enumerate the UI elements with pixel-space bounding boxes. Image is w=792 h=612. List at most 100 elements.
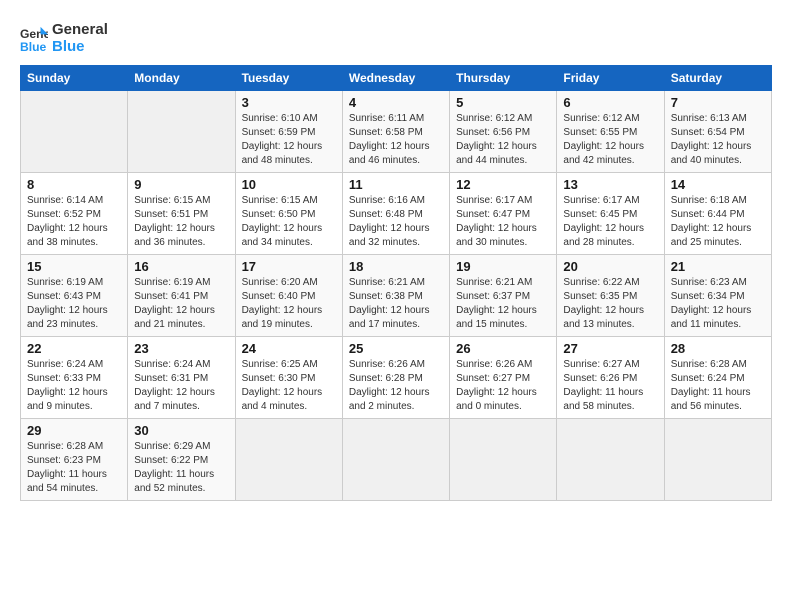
calendar-table: SundayMondayTuesdayWednesdayThursdayFrid… bbox=[20, 65, 772, 501]
logo-general: General bbox=[52, 22, 108, 39]
day-number: 14 bbox=[671, 177, 765, 192]
header: General Blue General Blue bbox=[20, 18, 772, 55]
day-number: 26 bbox=[456, 341, 550, 356]
day-number: 4 bbox=[349, 95, 443, 110]
calendar-cell: 14 Sunrise: 6:18 AM Sunset: 6:44 PM Dayli… bbox=[664, 173, 771, 255]
calendar-cell: 13Sunrise: 6:17 AM Sunset: 6:45 PM Dayli… bbox=[557, 173, 664, 255]
day-number: 7 bbox=[671, 95, 765, 110]
calendar-cell bbox=[128, 91, 235, 173]
calendar-cell: 23 Sunrise: 6:24 AM Sunset: 6:31 PM Dayli… bbox=[128, 337, 235, 419]
day-info: Sunrise: 6:10 AM Sunset: 6:59 PM Dayligh… bbox=[242, 112, 336, 168]
logo-icon: General Blue bbox=[20, 25, 48, 53]
day-info: Sunrise: 6:18 AM Sunset: 6:44 PM Dayligh… bbox=[671, 194, 765, 250]
day-number: 5 bbox=[456, 95, 550, 110]
calendar-cell bbox=[21, 91, 128, 173]
day-info: Sunrise: 6:13 AM Sunset: 6:54 PM Dayligh… bbox=[671, 112, 765, 168]
day-info: Sunrise: 6:23 AM Sunset: 6:34 PM Dayligh… bbox=[671, 276, 765, 332]
calendar-cell: 20 Sunrise: 6:22 AM Sunset: 6:35 PM Dayli… bbox=[557, 255, 664, 337]
day-number: 17 bbox=[242, 259, 336, 274]
logo-blue: Blue bbox=[52, 39, 108, 56]
day-number: 23 bbox=[134, 341, 228, 356]
day-info: Sunrise: 6:25 AM Sunset: 6:30 PM Dayligh… bbox=[242, 358, 336, 414]
day-info: Sunrise: 6:26 AM Sunset: 6:27 PM Dayligh… bbox=[456, 358, 550, 414]
calendar-cell: 12Sunrise: 6:17 AM Sunset: 6:47 PM Dayli… bbox=[450, 173, 557, 255]
day-info: Sunrise: 6:20 AM Sunset: 6:40 PM Dayligh… bbox=[242, 276, 336, 332]
day-number: 9 bbox=[134, 177, 228, 192]
day-info: Sunrise: 6:21 AM Sunset: 6:38 PM Dayligh… bbox=[349, 276, 443, 332]
day-number: 6 bbox=[563, 95, 657, 110]
week-row-4: 29 Sunrise: 6:28 AM Sunset: 6:23 PM Dayli… bbox=[21, 419, 772, 501]
calendar-cell: 17 Sunrise: 6:20 AM Sunset: 6:40 PM Dayli… bbox=[235, 255, 342, 337]
page-container: General Blue General Blue SundayMondayTu… bbox=[0, 0, 792, 511]
day-info: Sunrise: 6:26 AM Sunset: 6:28 PM Dayligh… bbox=[349, 358, 443, 414]
day-info: Sunrise: 6:17 AM Sunset: 6:45 PM Dayligh… bbox=[563, 194, 657, 250]
calendar-cell bbox=[235, 419, 342, 501]
day-number: 21 bbox=[671, 259, 765, 274]
calendar-cell: 28 Sunrise: 6:28 AM Sunset: 6:24 PM Dayli… bbox=[664, 337, 771, 419]
calendar-cell bbox=[450, 419, 557, 501]
day-number: 15 bbox=[27, 259, 121, 274]
day-info: Sunrise: 6:28 AM Sunset: 6:23 PM Dayligh… bbox=[27, 440, 121, 496]
calendar-cell: 5Sunrise: 6:12 AM Sunset: 6:56 PM Daylig… bbox=[450, 91, 557, 173]
day-number: 27 bbox=[563, 341, 657, 356]
week-row-2: 15 Sunrise: 6:19 AM Sunset: 6:43 PM Dayli… bbox=[21, 255, 772, 337]
calendar-cell: 4Sunrise: 6:11 AM Sunset: 6:58 PM Daylig… bbox=[342, 91, 449, 173]
day-number: 12 bbox=[456, 177, 550, 192]
day-info: Sunrise: 6:27 AM Sunset: 6:26 PM Dayligh… bbox=[563, 358, 657, 414]
calendar-cell: 3 Sunrise: 6:10 AM Sunset: 6:59 PM Daylig… bbox=[235, 91, 342, 173]
svg-text:Blue: Blue bbox=[20, 40, 47, 53]
day-number: 16 bbox=[134, 259, 228, 274]
week-row-3: 22Sunrise: 6:24 AM Sunset: 6:33 PM Dayli… bbox=[21, 337, 772, 419]
calendar-cell: 27 Sunrise: 6:27 AM Sunset: 6:26 PM Dayli… bbox=[557, 337, 664, 419]
calendar-cell: 6 Sunrise: 6:12 AM Sunset: 6:55 PM Daylig… bbox=[557, 91, 664, 173]
day-info: Sunrise: 6:16 AM Sunset: 6:48 PM Dayligh… bbox=[349, 194, 443, 250]
day-number: 10 bbox=[242, 177, 336, 192]
calendar-cell: 30 Sunrise: 6:29 AM Sunset: 6:22 PM Dayli… bbox=[128, 419, 235, 501]
weekday-header-row: SundayMondayTuesdayWednesdayThursdayFrid… bbox=[21, 66, 772, 91]
day-info: Sunrise: 6:24 AM Sunset: 6:31 PM Dayligh… bbox=[134, 358, 228, 414]
day-number: 18 bbox=[349, 259, 443, 274]
day-info: Sunrise: 6:21 AM Sunset: 6:37 PM Dayligh… bbox=[456, 276, 550, 332]
day-number: 28 bbox=[671, 341, 765, 356]
calendar-cell: 19 Sunrise: 6:21 AM Sunset: 6:37 PM Dayli… bbox=[450, 255, 557, 337]
day-info: Sunrise: 6:15 AM Sunset: 6:50 PM Dayligh… bbox=[242, 194, 336, 250]
calendar-cell: 16 Sunrise: 6:19 AM Sunset: 6:41 PM Dayli… bbox=[128, 255, 235, 337]
calendar-cell: 8 Sunrise: 6:14 AM Sunset: 6:52 PM Daylig… bbox=[21, 173, 128, 255]
day-info: Sunrise: 6:12 AM Sunset: 6:55 PM Dayligh… bbox=[563, 112, 657, 168]
calendar-cell: 22Sunrise: 6:24 AM Sunset: 6:33 PM Dayli… bbox=[21, 337, 128, 419]
calendar-cell: 7 Sunrise: 6:13 AM Sunset: 6:54 PM Daylig… bbox=[664, 91, 771, 173]
day-number: 19 bbox=[456, 259, 550, 274]
calendar-cell: 10 Sunrise: 6:15 AM Sunset: 6:50 PM Dayli… bbox=[235, 173, 342, 255]
day-number: 25 bbox=[349, 341, 443, 356]
logo: General Blue General Blue bbox=[20, 22, 108, 55]
day-info: Sunrise: 6:14 AM Sunset: 6:52 PM Dayligh… bbox=[27, 194, 121, 250]
week-row-1: 8 Sunrise: 6:14 AM Sunset: 6:52 PM Daylig… bbox=[21, 173, 772, 255]
week-row-0: 3 Sunrise: 6:10 AM Sunset: 6:59 PM Daylig… bbox=[21, 91, 772, 173]
day-number: 3 bbox=[242, 95, 336, 110]
day-number: 8 bbox=[27, 177, 121, 192]
day-info: Sunrise: 6:19 AM Sunset: 6:43 PM Dayligh… bbox=[27, 276, 121, 332]
calendar-cell: 29 Sunrise: 6:28 AM Sunset: 6:23 PM Dayli… bbox=[21, 419, 128, 501]
weekday-monday: Monday bbox=[128, 66, 235, 91]
day-info: Sunrise: 6:22 AM Sunset: 6:35 PM Dayligh… bbox=[563, 276, 657, 332]
day-info: Sunrise: 6:15 AM Sunset: 6:51 PM Dayligh… bbox=[134, 194, 228, 250]
day-number: 30 bbox=[134, 423, 228, 438]
day-number: 20 bbox=[563, 259, 657, 274]
weekday-sunday: Sunday bbox=[21, 66, 128, 91]
weekday-tuesday: Tuesday bbox=[235, 66, 342, 91]
calendar-cell: 15 Sunrise: 6:19 AM Sunset: 6:43 PM Dayli… bbox=[21, 255, 128, 337]
calendar-cell: 21 Sunrise: 6:23 AM Sunset: 6:34 PM Dayli… bbox=[664, 255, 771, 337]
weekday-friday: Friday bbox=[557, 66, 664, 91]
day-number: 22 bbox=[27, 341, 121, 356]
calendar-cell: 26 Sunrise: 6:26 AM Sunset: 6:27 PM Dayli… bbox=[450, 337, 557, 419]
calendar-cell: 18 Sunrise: 6:21 AM Sunset: 6:38 PM Dayli… bbox=[342, 255, 449, 337]
day-info: Sunrise: 6:19 AM Sunset: 6:41 PM Dayligh… bbox=[134, 276, 228, 332]
day-number: 29 bbox=[27, 423, 121, 438]
weekday-wednesday: Wednesday bbox=[342, 66, 449, 91]
day-info: Sunrise: 6:28 AM Sunset: 6:24 PM Dayligh… bbox=[671, 358, 765, 414]
day-number: 24 bbox=[242, 341, 336, 356]
calendar-cell bbox=[342, 419, 449, 501]
day-info: Sunrise: 6:29 AM Sunset: 6:22 PM Dayligh… bbox=[134, 440, 228, 496]
calendar-cell: 24 Sunrise: 6:25 AM Sunset: 6:30 PM Dayli… bbox=[235, 337, 342, 419]
day-number: 11 bbox=[349, 177, 443, 192]
